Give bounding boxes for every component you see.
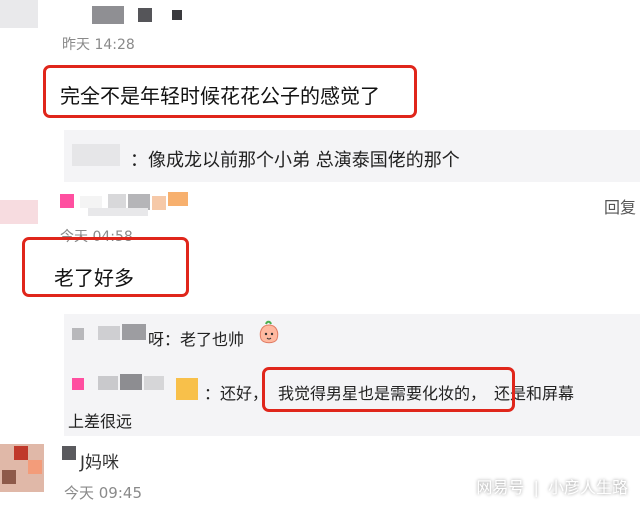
username-blur [98,326,120,340]
avatar [0,0,38,28]
avatar-pixel [14,446,28,460]
quote-text[interactable]: ：像成龙以前那个小弟 总演泰国佬的那个 [130,146,460,172]
peach-face-emoji [258,320,280,346]
username-tail: 呀 [148,330,165,349]
avatar [0,200,38,224]
username-blur [72,144,120,166]
username-blur [120,374,142,390]
username-tail: J妈咪 [80,453,120,473]
highlight-box [43,65,417,118]
avatar-pixel [2,470,16,484]
username-blur [80,196,102,208]
watermark-separator: | [533,478,539,497]
replies-block: 呀：老了也帅 ：还好， 我觉得男星也是需要化妆的， 还是和屏幕 上差很远 [64,314,640,436]
timestamp: 今天 09:45 [64,484,142,502]
highlight-box [22,237,189,297]
avatar-pixel [28,460,42,474]
quoted-reply: ：像成龙以前那个小弟 总演泰国佬的那个 [64,130,640,182]
username-blur [98,376,118,390]
username-blur [60,194,74,208]
reply-line-2: 上差很远 [68,412,133,431]
highlight-box [262,367,515,412]
username-blur [122,324,146,340]
quote-body: 像成龙以前那个小弟 总演泰国佬的那个 [148,150,460,171]
username-blur [138,8,152,22]
username-blur [152,196,166,210]
username-blur [172,10,182,20]
username-blur [108,194,126,208]
watermark: 网易号 | 小彦人生路 [476,474,628,498]
quote-prefix: ： [130,150,148,171]
username-blur [92,6,124,24]
reply-1[interactable]: 呀：老了也帅 [148,326,244,350]
username-blur [62,446,76,460]
reply-button[interactable]: 回复 [604,194,636,218]
username-blur [72,328,84,340]
username-blur [168,192,188,206]
username-blur [176,378,198,400]
timestamp: 昨天 14:28 [62,37,135,53]
watermark-author: 小彦人生路 [547,478,628,497]
reply-text: ：老了也帅 [164,330,245,349]
username-blur [88,208,148,216]
username-blur [72,378,84,390]
reply-prefix: ：还好， [204,384,269,403]
username-blur [144,376,164,390]
watermark-source: 网易号 [476,478,525,497]
